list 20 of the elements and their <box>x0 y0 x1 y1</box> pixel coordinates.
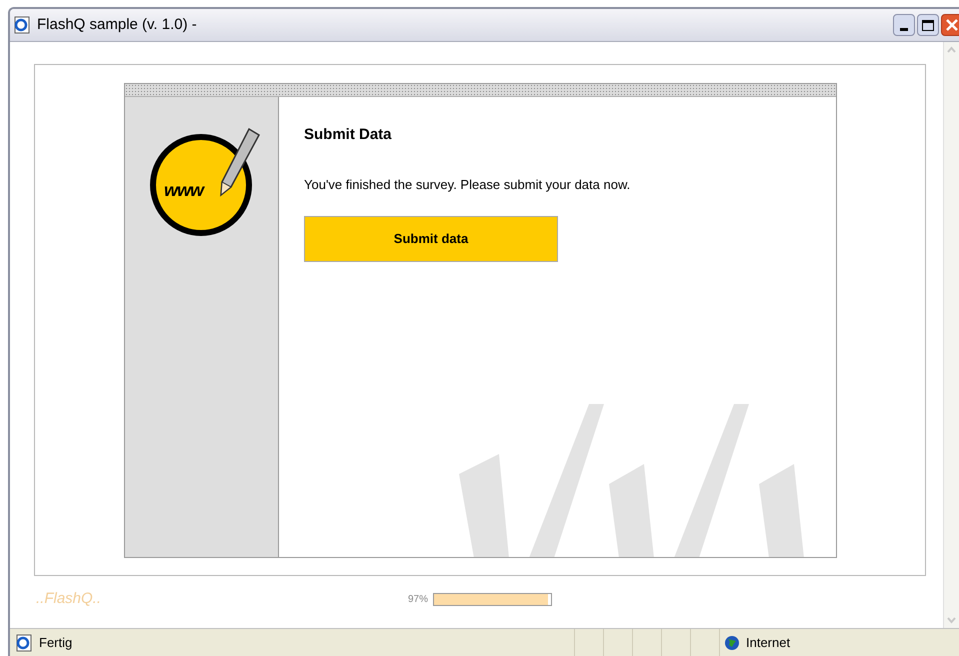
logo-text: www <box>164 179 204 202</box>
browser-icon <box>13 16 31 34</box>
minimize-icon <box>900 28 908 31</box>
brand-logo: ..FlashQ.. <box>36 589 102 609</box>
heading: Submit Data <box>304 125 392 145</box>
window-title: FlashQ sample (v. 1.0) - <box>37 14 197 35</box>
page-icon <box>15 634 33 652</box>
minimize-button[interactable] <box>893 14 915 36</box>
submit-data-button[interactable]: Submit data <box>304 216 558 262</box>
globe-icon <box>724 634 740 650</box>
maximize-icon <box>922 20 934 30</box>
message-text: You've finished the survey. Please submit your data now. <box>304 176 630 194</box>
close-icon <box>946 19 958 31</box>
close-button[interactable] <box>941 14 959 36</box>
progress-reading: 97% <box>408 592 428 607</box>
maximize-button[interactable] <box>917 14 939 36</box>
pencil-icon <box>217 127 261 199</box>
zone-text: Internet <box>746 634 790 652</box>
logo-circle-icon <box>149 133 253 237</box>
status-text: Fertig <box>39 634 72 652</box>
